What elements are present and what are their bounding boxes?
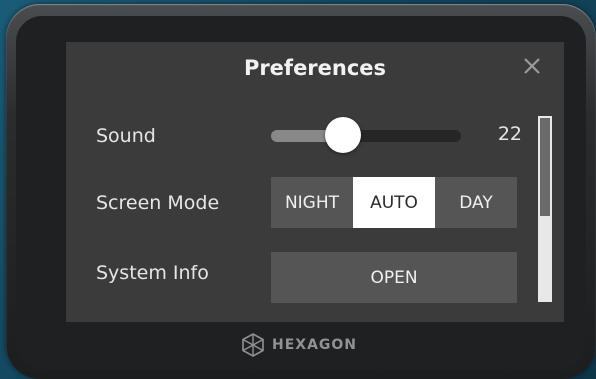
sound-label: Sound — [96, 125, 156, 147]
system-info-open-button[interactable]: OPEN — [271, 252, 517, 303]
close-icon[interactable] — [520, 54, 544, 78]
device-frame: Preferences Sound 22 Screen Mode NIGHT A… — [6, 4, 596, 379]
system-info-label: System Info — [96, 262, 209, 284]
brand-name: HEXAGON — [272, 337, 358, 353]
hexagon-logo-icon — [242, 333, 264, 357]
screen-mode-selector: NIGHT AUTO DAY — [271, 177, 517, 228]
screen-mode-night[interactable]: NIGHT — [271, 177, 353, 228]
brand: HEXAGON — [240, 330, 357, 360]
screen-mode-day[interactable]: DAY — [435, 177, 517, 228]
preferences-dialog: Preferences Sound 22 Screen Mode NIGHT A… — [66, 42, 564, 322]
sound-slider-thumb[interactable] — [325, 117, 362, 153]
scrollbar[interactable] — [538, 116, 552, 302]
screen-mode-label: Screen Mode — [96, 192, 220, 214]
screen-mode-auto[interactable]: AUTO — [353, 177, 435, 228]
scrollbar-thumb[interactable] — [540, 118, 550, 216]
dialog-title: Preferences — [243, 56, 387, 80]
sound-value: 22 — [497, 123, 522, 145]
sound-slider[interactable] — [271, 117, 461, 153]
